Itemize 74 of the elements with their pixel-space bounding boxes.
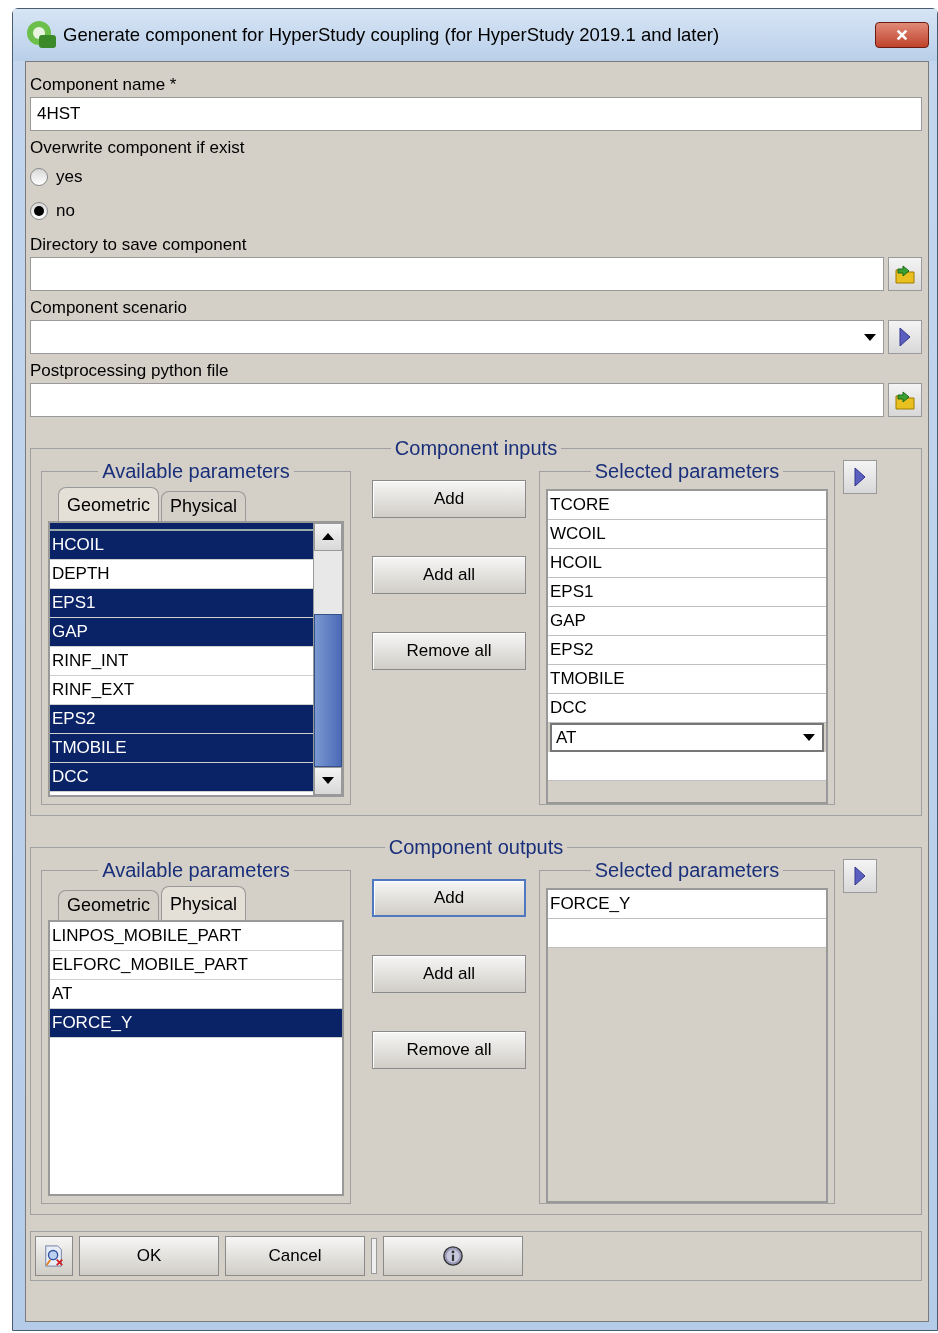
- action-button[interactable]: Add: [372, 879, 526, 917]
- field-label: Component name *: [30, 74, 178, 96]
- expand-button[interactable]: [888, 320, 922, 354]
- window-title: Generate component for HyperStudy coupling (for HyperStudy 2019.1 and later): [63, 24, 721, 46]
- dropdown-caret-icon: [802, 733, 816, 742]
- parameter-dropdown[interactable]: AT: [550, 723, 824, 752]
- list-item[interactable]: DCC: [548, 694, 826, 723]
- directory-field[interactable]: [30, 257, 884, 291]
- up-arrow-icon: [322, 533, 334, 541]
- tab[interactable]: Geometric: [58, 487, 160, 521]
- dropdown-caret-icon: [863, 334, 877, 342]
- action-button[interactable]: Remove all: [372, 1031, 526, 1069]
- folder-arrow-icon: [893, 262, 917, 286]
- close-button[interactable]: [875, 22, 929, 48]
- right-triangle-icon: [854, 866, 866, 886]
- right-triangle-icon: [854, 467, 866, 487]
- tab[interactable]: Geometric: [58, 890, 160, 920]
- app-logo-icon: [25, 19, 57, 51]
- radio-label: yes: [56, 167, 83, 187]
- list-item[interactable]: FORCE_Y: [548, 890, 826, 919]
- list-item[interactable]: ELFORC_MOBILE_PART: [50, 951, 342, 980]
- down-arrow-icon: [322, 777, 334, 785]
- info-icon: [442, 1245, 464, 1267]
- list-item[interactable]: HCOIL: [548, 549, 826, 578]
- field-label: Component scenario: [30, 297, 188, 319]
- list-item[interactable]: TMOBILE: [50, 734, 313, 763]
- expand-button[interactable]: [843, 859, 877, 893]
- list-item[interactable]: EPS2: [50, 705, 313, 734]
- action-button[interactable]: Add all: [372, 955, 526, 993]
- tab[interactable]: Physical: [161, 886, 247, 920]
- group-title: Selected parameters: [593, 859, 781, 882]
- radio-button[interactable]: [30, 168, 48, 186]
- field-label: Overwrite component if exist: [30, 137, 246, 159]
- list-item[interactable]: [50, 523, 313, 531]
- info-button[interactable]: [383, 1236, 523, 1276]
- scrollbar[interactable]: [313, 523, 342, 795]
- list-item[interactable]: LINPOS_MOBILE_PART: [50, 922, 342, 951]
- group-title: Component inputs: [393, 437, 559, 460]
- browse-button[interactable]: [888, 383, 922, 417]
- right-triangle-icon: [899, 327, 911, 347]
- dialog-button[interactable]: Cancel: [225, 1236, 365, 1276]
- group-title: Available parameters: [101, 460, 291, 483]
- close-icon: [894, 28, 910, 42]
- group-title: Component outputs: [387, 836, 565, 859]
- list-item[interactable]: TMOBILE: [548, 665, 826, 694]
- document-magnifier-icon: [43, 1244, 65, 1268]
- list-item[interactable]: FORCE_Y: [50, 1009, 342, 1038]
- list-item[interactable]: HCOIL: [50, 531, 313, 560]
- dialog-button[interactable]: OK: [79, 1236, 219, 1276]
- expand-button[interactable]: [843, 460, 877, 494]
- tab[interactable]: Physical: [161, 491, 247, 521]
- action-button[interactable]: Add all: [372, 556, 526, 594]
- action-button[interactable]: Add: [372, 480, 526, 518]
- component-name-field[interactable]: 4HST: [30, 97, 922, 131]
- list-item[interactable]: GAP: [50, 618, 313, 647]
- field-label: Postprocessing python file: [30, 360, 230, 382]
- preview-button[interactable]: [35, 1236, 73, 1276]
- list-item[interactable]: EPS1: [50, 589, 313, 618]
- browse-button[interactable]: [888, 257, 922, 291]
- list-item[interactable]: TCORE: [548, 491, 826, 520]
- toolbar-separator: [371, 1238, 377, 1274]
- list-item[interactable]: EPS1: [548, 578, 826, 607]
- radio-label: no: [56, 201, 75, 221]
- list-item[interactable]: GAP: [548, 607, 826, 636]
- list-item[interactable]: WCOIL: [548, 520, 826, 549]
- radio-button[interactable]: [30, 202, 48, 220]
- folder-arrow-icon: [893, 388, 917, 412]
- field-label: Directory to save component: [30, 234, 248, 256]
- list-item[interactable]: EPS2: [548, 636, 826, 665]
- group-title: Available parameters: [101, 859, 291, 882]
- action-button[interactable]: Remove all: [372, 632, 526, 670]
- python-file-field[interactable]: [30, 383, 884, 417]
- list-item[interactable]: DCC: [50, 763, 313, 792]
- group-title: Selected parameters: [593, 460, 781, 483]
